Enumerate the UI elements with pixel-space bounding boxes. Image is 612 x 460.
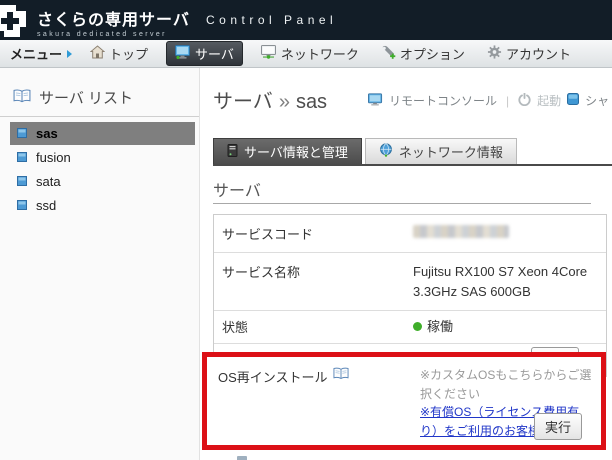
menu-item-label: サーバ xyxy=(195,44,234,63)
server-square-icon xyxy=(17,198,27,213)
server-action-toolbar: リモートコンソール | 起動 シャ xyxy=(368,92,609,109)
os-reinstall-row-highlight: OS再インストール ※カスタムOSもこちらからご選択ください ※有償OS（ライセ… xyxy=(202,352,606,450)
breadcrumb-current: sas xyxy=(296,91,327,113)
toolbar-divider: | xyxy=(503,94,512,108)
tab-server-info[interactable]: サーバ情報と管理 xyxy=(213,138,362,164)
row-value: ※カスタムOSもこちらからご選択ください ※有償OS（ライセンス費用有り）をご利… xyxy=(420,357,601,445)
shutdown-button[interactable]: シャ xyxy=(585,92,609,109)
menu-item-top[interactable]: トップ xyxy=(86,41,152,66)
menu-label: メニュー xyxy=(10,44,62,63)
server-square-icon xyxy=(17,126,27,141)
tab-network-info[interactable]: ネットワーク情報 xyxy=(365,138,517,164)
menu-item-option[interactable]: オプション xyxy=(377,41,469,66)
breadcrumb: サーバ»sas xyxy=(213,85,327,114)
row-label: サービス名称 xyxy=(214,253,413,290)
section-title: サーバ xyxy=(213,177,261,201)
menu-item-server[interactable]: サーバ xyxy=(166,41,243,66)
menu-button[interactable]: メニュー xyxy=(10,44,72,63)
sidebar-divider xyxy=(0,116,199,117)
row-label: OS再インストール xyxy=(207,357,420,445)
panel-label: Control Panel xyxy=(206,13,337,27)
tab-underline xyxy=(213,164,612,166)
redacted-value xyxy=(413,225,509,238)
table-row-service-name: サービス名称 Fujitsu RX100 S7 Xeon 4Core 3.3GH… xyxy=(214,253,606,311)
power-icon xyxy=(518,93,531,109)
network-icon xyxy=(261,45,277,62)
shutdown-icon xyxy=(567,93,579,108)
menu-item-network[interactable]: ネットワーク xyxy=(257,41,363,66)
breadcrumb-section: サーバ xyxy=(213,91,273,113)
menu-item-account[interactable]: アカウント xyxy=(483,41,575,66)
row-value xyxy=(413,215,606,247)
server-item-label: sas xyxy=(36,126,58,141)
clipped-next-row-fragment xyxy=(237,456,247,460)
globe-icon xyxy=(379,143,393,160)
server-item-sas[interactable]: sas xyxy=(10,122,195,145)
book-icon xyxy=(13,89,31,107)
main-content: サーバ»sas リモートコンソール | 起動 シャ サーバ情報と管理 xyxy=(201,68,612,460)
tab-label: ネットワーク情報 xyxy=(399,142,503,161)
gear-icon xyxy=(487,45,502,62)
menu-item-label: トップ xyxy=(109,44,148,63)
menu-item-label: ネットワーク xyxy=(281,44,359,63)
server-item-fusion[interactable]: fusion xyxy=(10,146,195,169)
table-row-service-code: サービスコード xyxy=(214,215,606,253)
custom-os-note: ※カスタムOSもこちらからご選択ください xyxy=(420,366,593,403)
row-value: Fujitsu RX100 S7 Xeon 4Core 3.3GHz SAS 6… xyxy=(413,253,599,310)
server-item-label: sata xyxy=(36,174,61,189)
wrench-icon xyxy=(381,45,396,62)
help-book-icon[interactable] xyxy=(333,367,349,383)
tab-label: サーバ情報と管理 xyxy=(244,142,348,161)
remote-console-icon xyxy=(368,93,383,109)
sidebar: サーバ リスト sas fusion sata ssd xyxy=(0,68,200,460)
server-monitor-icon xyxy=(175,45,191,62)
server-list-heading: サーバ リスト xyxy=(0,68,199,112)
menu-bar: メニュー トップ サーバ ネットワーク xyxy=(0,40,612,68)
brand-block: さくらの専用サーバ sakura dedicated server xyxy=(37,6,190,38)
breadcrumb-separator: » xyxy=(273,91,296,113)
status-running-icon xyxy=(413,322,422,331)
table-row-status: 状態 稼働 xyxy=(214,311,606,344)
sakura-logo-icon xyxy=(0,3,28,44)
server-list-title: サーバ リスト xyxy=(39,87,133,108)
os-reinstall-label: OS再インストール xyxy=(218,367,328,386)
remote-console-link[interactable]: リモートコンソール xyxy=(389,92,497,109)
menu-arrow-icon xyxy=(67,50,72,58)
section-underline xyxy=(213,203,591,204)
row-value: 稼働 xyxy=(413,311,606,343)
control-panel-window: さくらの専用サーバ sakura dedicated server Contro… xyxy=(0,0,612,460)
server-square-icon xyxy=(17,174,27,189)
brand-title: さくらの専用サーバ xyxy=(37,6,190,30)
server-list: sas fusion sata ssd xyxy=(10,122,195,217)
brand-subtitle: sakura dedicated server xyxy=(37,31,190,38)
tab-bar: サーバ情報と管理 ネットワーク情報 xyxy=(213,138,517,164)
server-item-ssd[interactable]: ssd xyxy=(10,194,195,217)
start-button[interactable]: 起動 xyxy=(537,92,561,109)
server-item-sata[interactable]: sata xyxy=(10,170,195,193)
menu-item-label: アカウント xyxy=(506,44,571,63)
run-os-reinstall-button[interactable]: 実行 xyxy=(534,413,582,440)
row-label: サービスコード xyxy=(214,215,413,252)
menu-item-label: オプション xyxy=(400,44,465,63)
server-item-label: ssd xyxy=(36,198,56,213)
home-icon xyxy=(90,45,105,62)
app-header: さくらの専用サーバ sakura dedicated server Contro… xyxy=(0,0,612,40)
server-tower-icon xyxy=(227,144,238,160)
server-square-icon xyxy=(17,150,27,165)
server-item-label: fusion xyxy=(36,150,71,165)
menu-items: トップ サーバ ネットワーク オプション xyxy=(86,41,575,66)
row-label: 状態 xyxy=(214,311,413,342)
status-text: 稼働 xyxy=(427,319,453,334)
